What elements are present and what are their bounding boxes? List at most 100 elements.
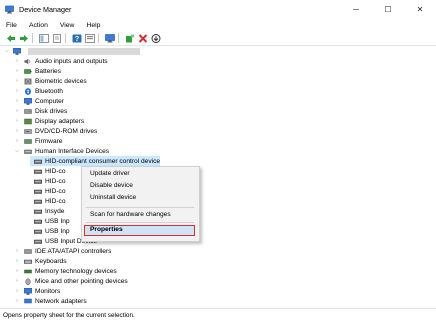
chevron-right-icon[interactable]: ›	[14, 68, 20, 74]
hid-device-icon	[34, 238, 42, 245]
chevron-right-icon[interactable]: ›	[14, 138, 20, 144]
chevron-right-icon[interactable]: ›	[14, 258, 20, 264]
tree-item-label: Batteries	[35, 67, 62, 75]
title-bar: Device Manager ─ ☐ ✕	[0, 0, 436, 19]
tree-item-label: HID-co	[45, 177, 66, 185]
battery-icon	[24, 68, 32, 75]
tree-item-category-9[interactable]: ⌵ Human Interface Devices	[14, 146, 109, 156]
window-title: Device Manager	[19, 5, 72, 14]
close-button[interactable]: ✕	[404, 0, 436, 19]
tree-item-category-8[interactable]: › Firmware	[14, 136, 62, 146]
menu-item-properties[interactable]: Properties	[84, 225, 195, 236]
tree-item-hid-6[interactable]: USB Inp	[30, 216, 70, 226]
tree-item-category-after-5[interactable]: › Network adapters	[14, 296, 87, 306]
computer-icon	[13, 47, 21, 55]
monitor-icon[interactable]	[104, 33, 115, 44]
tree-item-category-4[interactable]: › Computer	[14, 96, 64, 106]
chevron-right-icon[interactable]: ›	[14, 268, 20, 274]
tree-item-category-7[interactable]: › DVD/CD-ROM drives	[14, 126, 97, 136]
tree-item-category-1[interactable]: › Batteries	[14, 66, 61, 76]
network-icon	[24, 298, 32, 305]
maximize-button[interactable]: ☐	[372, 0, 404, 19]
tree-item-hid-1[interactable]: HID-co	[30, 166, 66, 176]
tree-item-category-after-1[interactable]: › Keyboards	[14, 256, 66, 266]
menu-separator	[86, 222, 194, 223]
show-hide-tree-icon[interactable]	[38, 33, 49, 44]
toolbar-separator	[65, 33, 66, 43]
properties-sheet-icon[interactable]	[51, 33, 62, 44]
chevron-right-icon[interactable]: ›	[14, 278, 20, 284]
monitor-icon	[24, 287, 32, 295]
chevron-down-icon[interactable]: ⌵	[4, 48, 10, 54]
tree-item-category-2[interactable]: › Biometric devices	[14, 76, 87, 86]
display-icon	[24, 118, 32, 125]
menu-help[interactable]: Help	[80, 22, 106, 29]
tree-item-label: Biometric devices	[35, 77, 87, 85]
menu-item-update-driver[interactable]: Update driver	[90, 169, 130, 179]
chevron-right-icon[interactable]: ›	[14, 108, 20, 114]
chevron-right-icon[interactable]: ›	[14, 288, 20, 294]
menu-file[interactable]: File	[0, 22, 23, 29]
hid-device-icon	[34, 168, 42, 175]
tree-item-category-after-4[interactable]: › Monitors	[14, 286, 60, 296]
chevron-right-icon[interactable]: ›	[14, 58, 20, 64]
tree-item-hid-5[interactable]: Insyde	[30, 206, 64, 216]
tree-item-category-3[interactable]: › Bluetooth	[14, 86, 63, 96]
tree-item-category-0[interactable]: › Audio inputs and outputs	[14, 56, 107, 66]
chevron-down-icon[interactable]: ⌵	[14, 148, 20, 154]
svg-text:?: ?	[74, 36, 78, 43]
tree-item-label: HID-compliant consumer control device	[45, 157, 161, 165]
device-tree: ⌵ › Audio inputs and outputs › Batteries › Bi…	[0, 46, 436, 308]
back-arrow-icon[interactable]	[5, 33, 16, 44]
chevron-right-icon[interactable]: ›	[14, 98, 20, 104]
tree-item-label: USB Inp	[45, 217, 70, 225]
refresh-view-icon[interactable]	[84, 33, 95, 44]
tree-item-hid-2[interactable]: HID-co	[30, 176, 66, 186]
tree-root[interactable]: ⌵	[4, 46, 140, 56]
tree-item-category-after-2[interactable]: › Memory technology devices	[14, 266, 117, 276]
biometric-icon	[24, 78, 32, 85]
hid-device-icon	[34, 228, 42, 235]
chevron-right-icon[interactable]: ›	[14, 88, 20, 94]
tree-item-label: Computer	[35, 97, 64, 105]
chevron-right-icon[interactable]: ›	[14, 78, 20, 84]
chevron-right-icon[interactable]: ›	[14, 248, 20, 254]
tree-item-category-5[interactable]: › Disk drives	[14, 106, 67, 116]
help-icon[interactable]: ?	[71, 33, 82, 44]
disk-icon	[24, 108, 32, 115]
tree-item-hid-7[interactable]: USB Inp	[30, 226, 70, 236]
device-manager-app-icon	[5, 5, 14, 14]
tree-item-category-6[interactable]: › Display adapters	[14, 116, 84, 126]
menu-view[interactable]: View	[54, 22, 81, 29]
mouse-icon	[24, 278, 32, 285]
context-menu: Update driver Disable device Uninstall d…	[81, 166, 200, 242]
ide-icon	[24, 248, 32, 255]
tree-item-label: Display adapters	[35, 117, 85, 125]
speaker-icon	[24, 58, 32, 65]
chevron-right-icon[interactable]: ›	[14, 118, 20, 124]
tree-item-hid-0[interactable]: HID-compliant consumer control device	[30, 156, 161, 166]
menu-item-uninstall-device[interactable]: Uninstall device	[90, 193, 136, 203]
tree-item-label: Bluetooth	[35, 87, 63, 95]
tree-item-label: Human Interface Devices	[35, 147, 110, 155]
menu-item-disable-device[interactable]: Disable device	[90, 181, 133, 191]
computer-icon	[24, 97, 32, 105]
menu-action[interactable]: Action	[23, 22, 54, 29]
toolbar: ?	[0, 31, 436, 46]
add-driver-icon[interactable]	[124, 33, 135, 44]
tree-item-hid-3[interactable]: HID-co	[30, 186, 66, 196]
bluetooth-icon	[24, 87, 32, 95]
chevron-right-icon[interactable]: ›	[14, 128, 20, 134]
chevron-right-icon[interactable]: ›	[14, 298, 20, 304]
uninstall-x-icon[interactable]	[137, 33, 148, 44]
download-icon[interactable]	[150, 33, 161, 44]
tree-item-label: HID-co	[45, 167, 66, 175]
forward-arrow-icon[interactable]	[18, 33, 29, 44]
tree-item-label: DVD/CD-ROM drives	[35, 127, 98, 135]
menu-item-scan-hardware[interactable]: Scan for hardware changes	[90, 210, 171, 220]
minimize-button[interactable]: ─	[340, 0, 372, 19]
tree-item-label: Mice and other pointing devices	[35, 277, 128, 285]
tree-item-hid-4[interactable]: HID-co	[30, 196, 66, 206]
tree-item-category-after-0[interactable]: › IDE ATA/ATAPI controllers	[14, 246, 111, 256]
tree-item-category-after-3[interactable]: › Mice and other pointing devices	[14, 276, 128, 286]
